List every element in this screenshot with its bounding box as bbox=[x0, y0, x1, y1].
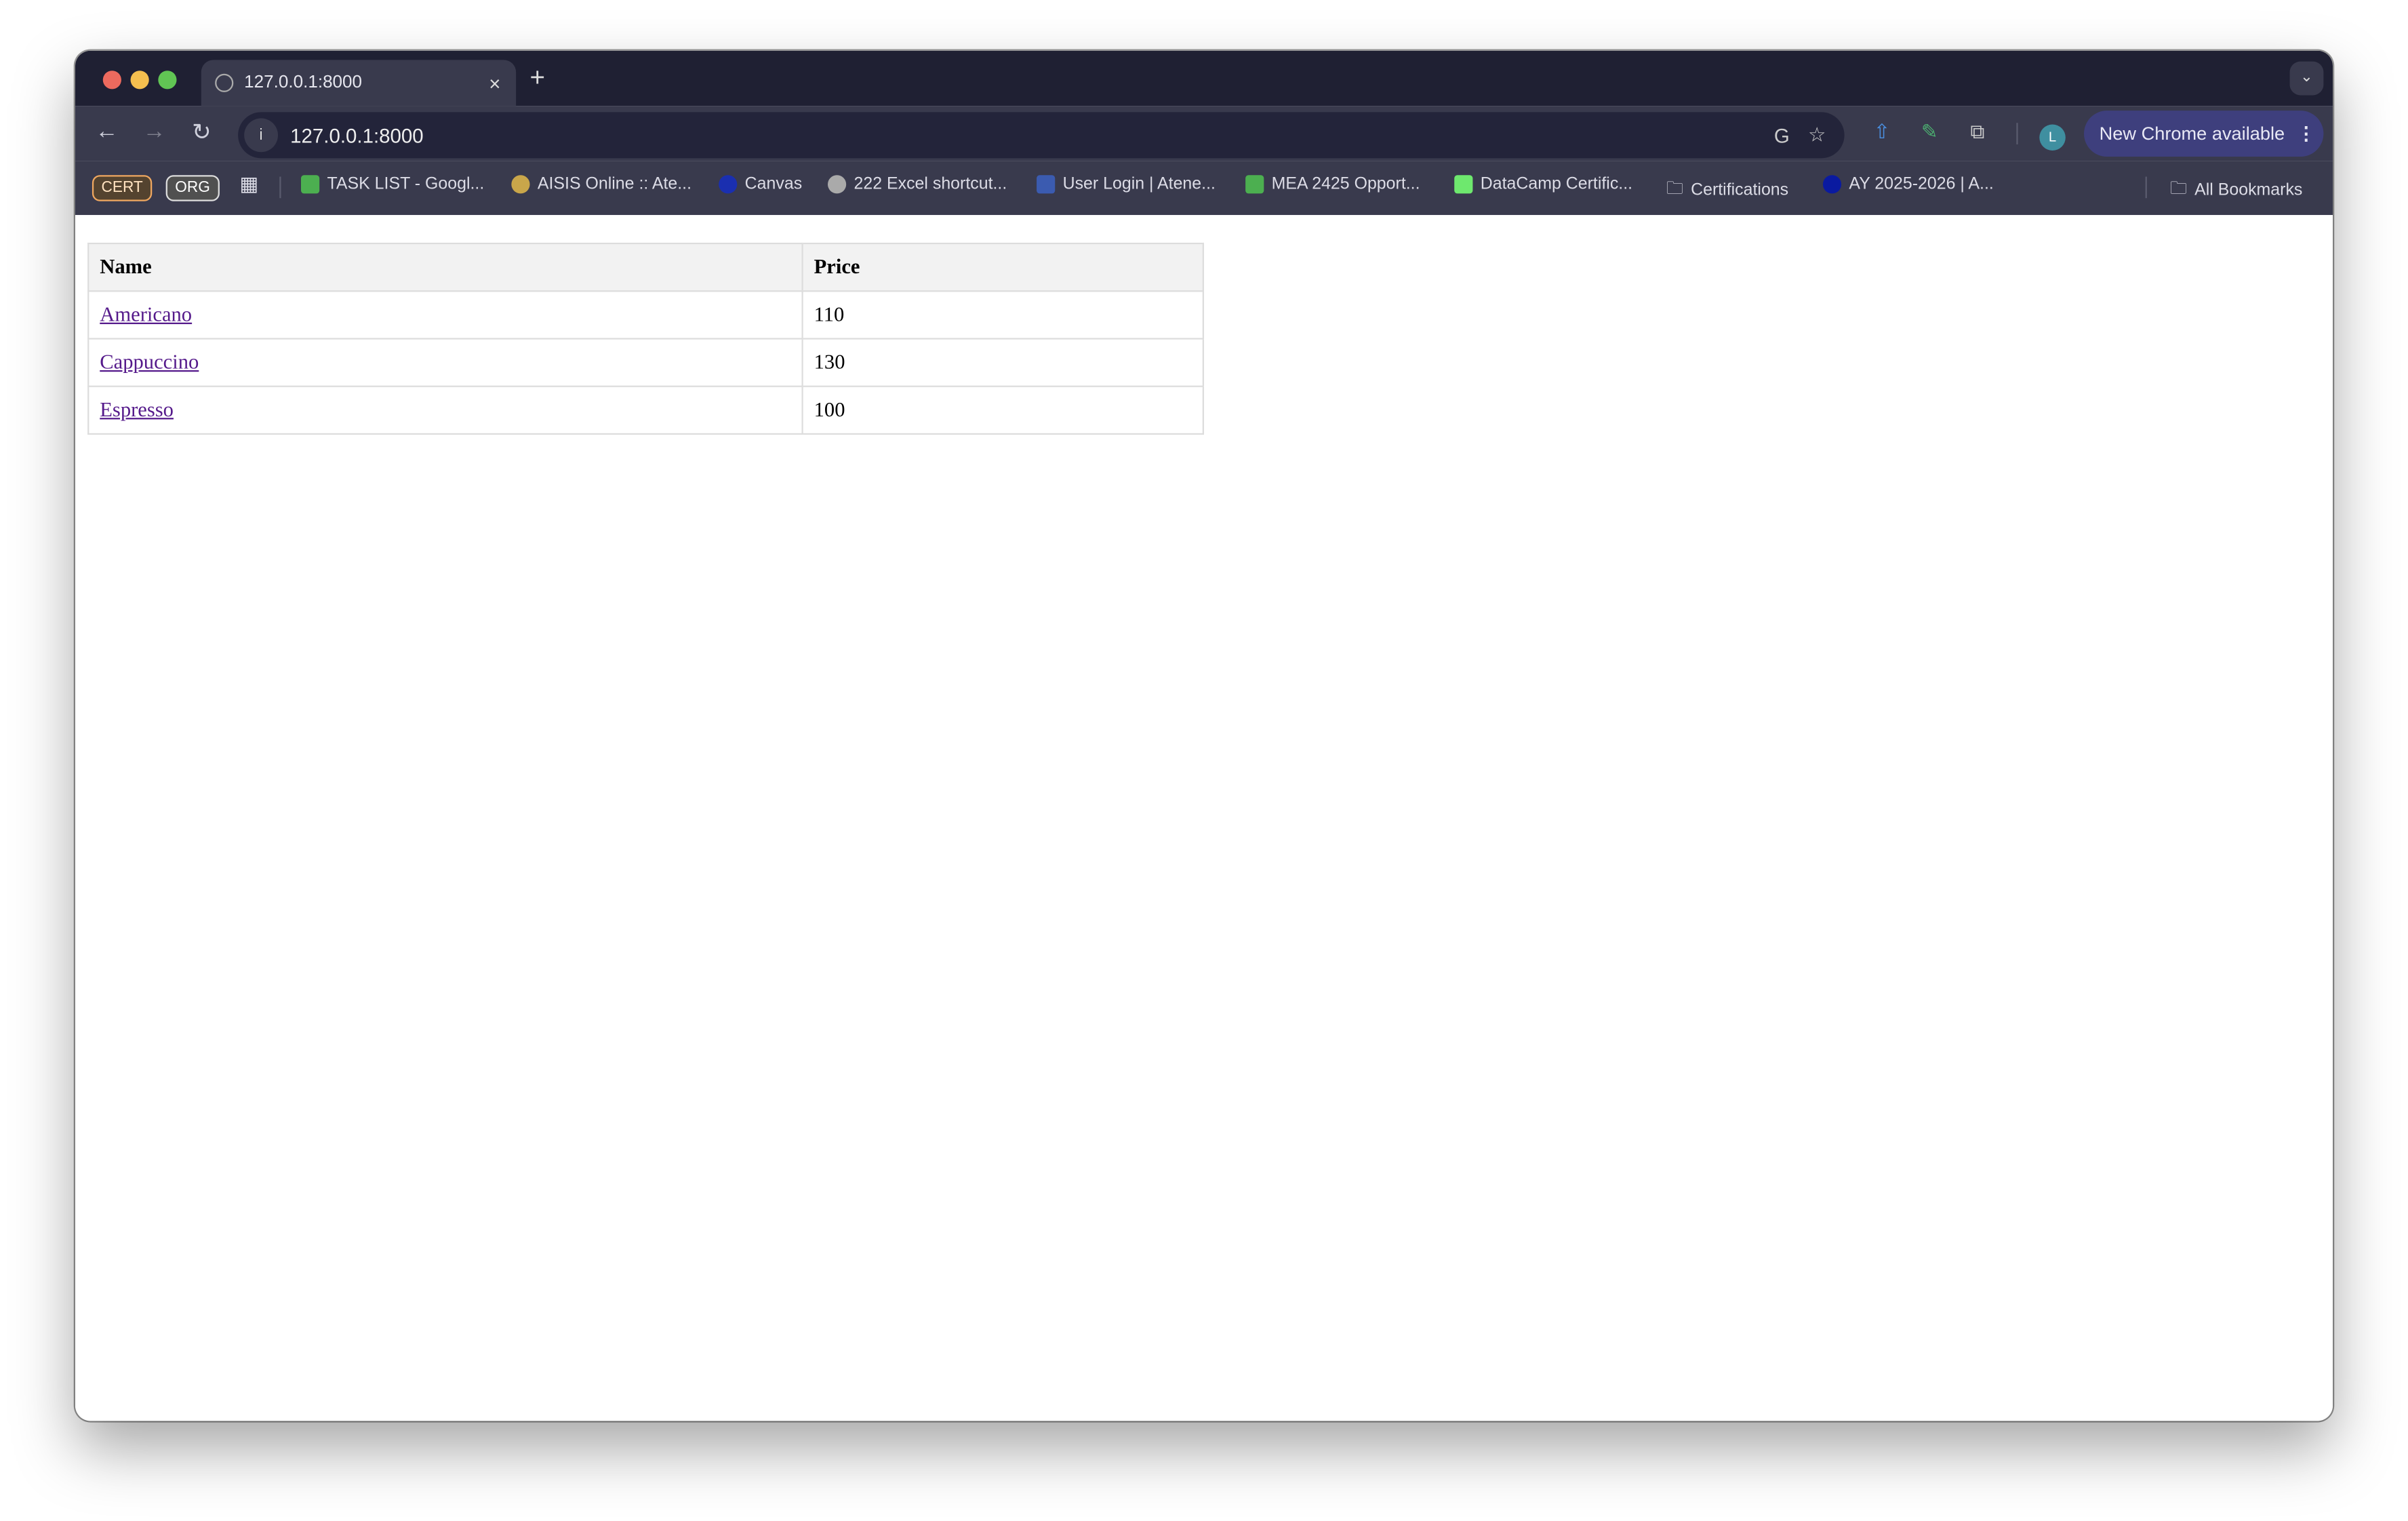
canvas-icon bbox=[719, 175, 738, 194]
close-tab-icon[interactable]: × bbox=[489, 71, 500, 94]
bookmark-label: All Bookmarks bbox=[2194, 180, 2303, 199]
a-logo-icon bbox=[1822, 175, 1842, 194]
bookmark-star-icon[interactable]: ☆ bbox=[1808, 123, 1826, 147]
toolbar: ← → ↻ i 127.0.0.1:8000 G ☆ ⇧ ✎ ⧉ L New C… bbox=[75, 106, 2333, 161]
forward-button[interactable]: → bbox=[143, 118, 166, 144]
item-link[interactable]: Cappuccino bbox=[100, 350, 199, 373]
bookmark-label: DataCamp Certific... bbox=[1480, 175, 1633, 194]
datacamp-icon bbox=[1454, 175, 1473, 194]
apps-grid-icon[interactable]: ▦ bbox=[239, 172, 258, 197]
table-row: Espresso 100 bbox=[87, 385, 1204, 435]
zoom-window-button[interactable] bbox=[158, 71, 177, 90]
tab-search-button[interactable]: ⌄ bbox=[2289, 61, 2324, 96]
seal-icon bbox=[511, 175, 530, 194]
bookmark-item[interactable]: 222 Excel shortcut... bbox=[827, 175, 1007, 194]
bookmarks-bar: CERT ORG ▦ TASK LIST - Googl... AISIS On… bbox=[75, 161, 2333, 216]
bookmark-label: Certifications bbox=[1691, 180, 1789, 199]
bookmark-item[interactable]: MEA 2425 Opport... bbox=[1245, 175, 1420, 194]
item-link[interactable]: Espresso bbox=[100, 398, 174, 421]
minimize-window-button[interactable] bbox=[130, 71, 149, 90]
item-link[interactable]: Americano bbox=[100, 302, 192, 325]
folder-icon: 🗀 bbox=[1666, 180, 1683, 199]
bookmark-item[interactable]: AISIS Online :: Ate... bbox=[511, 175, 692, 194]
new-tab-button[interactable]: + bbox=[530, 63, 546, 94]
tab-active[interactable]: 127.0.0.1:8000 × bbox=[201, 60, 517, 106]
url-text[interactable]: 127.0.0.1:8000 bbox=[290, 123, 1774, 146]
column-header-name: Name bbox=[87, 242, 803, 292]
bookmark-item[interactable]: TASK LIST - Googl... bbox=[300, 175, 485, 194]
bookmark-label: MEA 2425 Opport... bbox=[1271, 175, 1420, 194]
bookmark-chip-cert[interactable]: CERT bbox=[92, 175, 153, 201]
bookmark-chip-org[interactable]: ORG bbox=[165, 175, 220, 201]
folder-icon: 🗀 bbox=[2169, 180, 2187, 199]
price-cell: 100 bbox=[801, 385, 1204, 435]
extensions-puzzle-icon[interactable]: ⧉ bbox=[1970, 120, 1984, 144]
table-header-row: Name Price bbox=[87, 242, 1204, 292]
sheets-icon bbox=[300, 175, 320, 194]
table-row: Americano 110 bbox=[87, 290, 1204, 340]
browser-window: 127.0.0.1:8000 × + ⌄ ← → ↻ i 127.0.0.1:8… bbox=[75, 50, 2333, 1421]
bookmark-label: TASK LIST - Googl... bbox=[327, 175, 485, 194]
price-cell: 110 bbox=[801, 290, 1204, 340]
divider bbox=[2016, 123, 2018, 144]
tab-title: 127.0.0.1:8000 bbox=[244, 73, 363, 92]
address-bar[interactable]: i 127.0.0.1:8000 G ☆ bbox=[238, 112, 1845, 159]
bookmark-label: Canvas bbox=[744, 175, 803, 194]
menu-icon[interactable]: ⋮ bbox=[2297, 123, 2315, 144]
update-label: New Chrome available bbox=[2099, 123, 2285, 144]
bookmark-folder[interactable]: 🗀 Certifications bbox=[1666, 175, 1788, 204]
bookmark-label: AISIS Online :: Ate... bbox=[537, 175, 692, 194]
table-row: Cappuccino 130 bbox=[87, 338, 1204, 387]
bookmark-label: User Login | Atene... bbox=[1062, 175, 1216, 194]
profile-avatar[interactable]: L bbox=[2039, 124, 2066, 151]
menu-table: Name Price Americano 110 Cappuccino 130 … bbox=[87, 242, 1204, 435]
bookmark-label: 222 Excel shortcut... bbox=[854, 175, 1007, 194]
extension-upload-icon[interactable]: ⇧ bbox=[1874, 120, 1891, 144]
extension-pen-icon[interactable]: ✎ bbox=[1921, 120, 1938, 144]
price-cell: 130 bbox=[801, 338, 1204, 387]
bookmark-item[interactable]: DataCamp Certific... bbox=[1454, 175, 1633, 194]
close-window-button[interactable] bbox=[102, 71, 121, 90]
back-button[interactable]: ← bbox=[95, 118, 118, 144]
page-content: Name Price Americano 110 Cappuccino 130 … bbox=[75, 215, 2333, 1421]
all-bookmarks-button[interactable]: 🗀 All Bookmarks bbox=[2170, 175, 2302, 204]
translate-icon[interactable]: G bbox=[1774, 123, 1790, 146]
divider bbox=[2145, 176, 2147, 199]
globe-icon bbox=[827, 175, 847, 194]
divider bbox=[279, 176, 281, 199]
traffic-lights bbox=[102, 71, 177, 90]
globe-icon bbox=[215, 73, 234, 92]
new-chrome-available-button[interactable]: New Chrome available ⋮ bbox=[2084, 111, 2324, 157]
ateneo-icon bbox=[1037, 175, 1056, 194]
bookmark-item[interactable]: AY 2025-2026 | A... bbox=[1822, 175, 1994, 194]
column-header-price: Price bbox=[801, 242, 1204, 292]
sheets-icon bbox=[1245, 175, 1264, 194]
bookmark-item[interactable]: Canvas bbox=[719, 175, 803, 194]
reload-button[interactable]: ↻ bbox=[192, 118, 211, 146]
bookmark-label: AY 2025-2026 | A... bbox=[1849, 175, 1994, 194]
site-info-icon[interactable]: i bbox=[244, 118, 279, 153]
bookmark-item[interactable]: User Login | Atene... bbox=[1037, 175, 1216, 194]
tab-bar: 127.0.0.1:8000 × + ⌄ bbox=[75, 50, 2333, 106]
